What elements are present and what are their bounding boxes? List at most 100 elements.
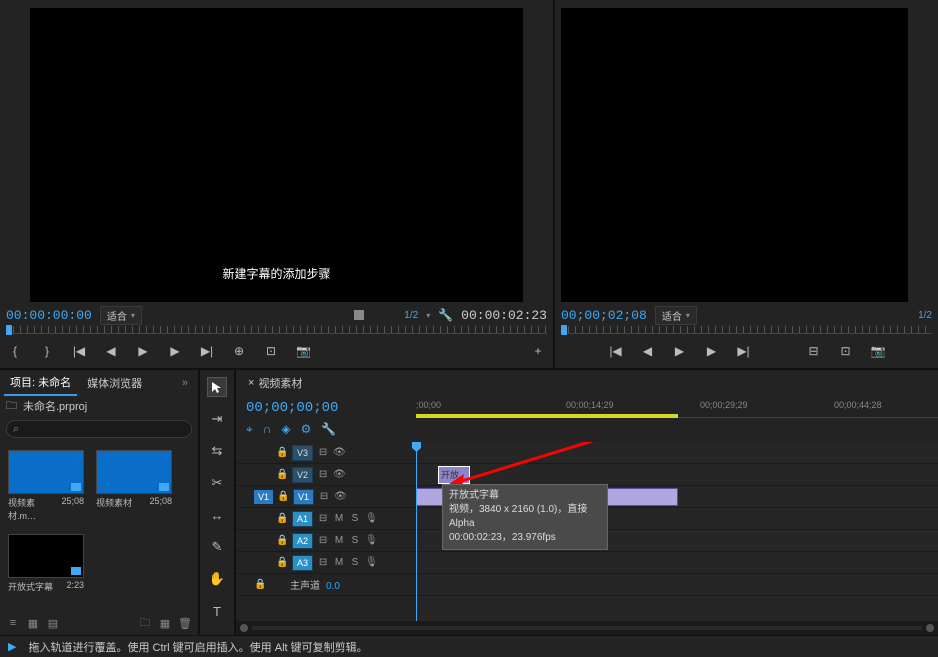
program-tc-in[interactable]: 00;00;02;08	[561, 308, 647, 323]
marker-button[interactable]: ◈	[281, 422, 290, 437]
tab-media-browser[interactable]: 媒体浏览器	[81, 371, 148, 395]
project-item[interactable]: 视频素材.m…25;08	[8, 450, 84, 522]
step-back-button[interactable]: ◀	[104, 344, 118, 358]
hand-tool[interactable]: ✋	[208, 570, 226, 588]
go-in-button[interactable]: |◀	[72, 344, 86, 358]
go-out-button[interactable]: ▶|	[200, 344, 214, 358]
eye-icon[interactable]: 👁	[333, 469, 345, 480]
icon-view-button[interactable]: ▦	[26, 617, 40, 630]
new-item-button[interactable]: ▦	[158, 617, 172, 630]
lock-icon[interactable]: 🔒	[277, 491, 289, 502]
mark-out-button[interactable]: }	[40, 344, 54, 358]
voiceover-button[interactable]: 🎙	[365, 557, 377, 568]
toggle-output-icon[interactable]: ⊟	[317, 535, 329, 546]
solo-button[interactable]: S	[349, 513, 361, 524]
settings-button[interactable]: ⚙	[301, 422, 312, 437]
track-target-a1[interactable]: A1	[292, 511, 313, 527]
insert-button[interactable]: ⊕	[232, 344, 246, 358]
track-target-v3[interactable]: V3	[292, 445, 313, 461]
program-ruler[interactable]	[555, 326, 938, 334]
track-target-v2[interactable]: V2	[292, 467, 313, 483]
search-input[interactable]: ⌕	[6, 420, 192, 438]
step-fwd-button[interactable]: ▶	[168, 344, 182, 358]
delete-button[interactable]: 🗑	[178, 617, 192, 630]
mark-in-button[interactable]: {	[8, 344, 22, 358]
new-bin-button[interactable]: 🗀	[138, 614, 152, 633]
zoom-handle-right[interactable]	[926, 624, 934, 632]
lift-button[interactable]: ⊟	[807, 344, 821, 358]
zoom-handle-left[interactable]	[240, 624, 248, 632]
lock-icon[interactable]: 🔒	[276, 447, 288, 458]
button-editor[interactable]: +	[531, 344, 545, 358]
snap-button[interactable]: ⌖	[246, 422, 253, 437]
project-item[interactable]: 视频素材25;08	[96, 450, 172, 522]
play-button[interactable]: ▶	[136, 344, 150, 358]
track-target-a3[interactable]: A3	[292, 555, 313, 571]
overwrite-button[interactable]: ⊡	[264, 344, 278, 358]
step-back-button[interactable]: ◀	[641, 344, 655, 358]
export-frame-button[interactable]: 📷	[871, 344, 885, 358]
timeline-zoom-scrollbar[interactable]	[236, 621, 938, 635]
slip-tool[interactable]: ↔	[208, 506, 226, 524]
extract-button[interactable]: ⊡	[839, 344, 853, 358]
source-patch-v1[interactable]: V1	[254, 490, 273, 504]
safe-margins-button[interactable]	[354, 310, 364, 320]
freeform-view-button[interactable]: ▤	[46, 617, 60, 630]
lock-icon[interactable]: 🔒	[276, 535, 288, 546]
eye-icon[interactable]: 👁	[333, 447, 345, 458]
timeline-tracks[interactable]: 开放 开放式字幕 视频，3840 x 2160 (1.0)，直接 Alpha 0…	[416, 442, 938, 621]
source-tc-out[interactable]: 00:00:02:23	[461, 308, 547, 323]
source-ruler[interactable]	[0, 326, 553, 334]
step-fwd-button[interactable]: ▶	[705, 344, 719, 358]
prev-edit-button[interactable]: |◀	[609, 344, 623, 358]
play-button[interactable]: ▶	[673, 344, 687, 358]
project-item[interactable]: 开放式字幕2:23	[8, 534, 84, 593]
program-video-area[interactable]	[561, 8, 908, 302]
timeline-playhead[interactable]	[416, 442, 417, 621]
lock-icon[interactable]: 🔒	[276, 469, 288, 480]
wrench-icon[interactable]: 🔧	[438, 308, 453, 322]
solo-button[interactable]: S	[349, 535, 361, 546]
ripple-edit-tool[interactable]: ⇆	[208, 442, 226, 460]
program-resolution[interactable]: 1/2	[918, 310, 932, 321]
linked-selection-button[interactable]: ∩	[263, 422, 272, 437]
type-tool[interactable]: T	[208, 602, 226, 620]
source-video-area[interactable]: 新建字幕的添加步骤	[30, 8, 523, 302]
mute-button[interactable]: M	[333, 535, 345, 546]
wrench-button[interactable]: 🔧	[321, 422, 336, 437]
pen-tool[interactable]: ✎	[208, 538, 226, 556]
track-select-tool[interactable]: ⇥	[208, 410, 226, 428]
program-playhead[interactable]	[561, 325, 567, 335]
timeline-ruler[interactable]: ;00;00 00;00;14;29 00;00;29;29 00;00;44;…	[416, 396, 938, 442]
voiceover-button[interactable]: 🎙	[365, 513, 377, 524]
toggle-output-icon[interactable]: ⊟	[317, 557, 329, 568]
toggle-output-icon[interactable]: ⊟	[318, 491, 330, 502]
source-resolution[interactable]: 1/2	[404, 310, 418, 321]
track-target-v1[interactable]: V1	[293, 489, 314, 505]
eye-icon[interactable]: 👁	[334, 491, 346, 502]
source-zoom-select[interactable]: 适合▾	[100, 306, 142, 325]
lock-icon[interactable]: 🔒	[276, 557, 288, 568]
tab-project[interactable]: 项目: 未命名	[4, 370, 77, 396]
toggle-output-icon[interactable]: ⊟	[317, 447, 329, 458]
track-target-a2[interactable]: A2	[292, 533, 313, 549]
program-zoom-select[interactable]: 适合▾	[655, 306, 697, 325]
next-edit-button[interactable]: ▶|	[737, 344, 751, 358]
selection-tool[interactable]	[208, 378, 226, 396]
work-area-bar[interactable]	[416, 414, 678, 418]
voiceover-button[interactable]: 🎙	[365, 535, 377, 546]
sequence-tab[interactable]: × 视频素材	[242, 373, 308, 393]
timeline-timecode[interactable]: 00;00;00;00	[246, 400, 406, 416]
source-tc-in[interactable]: 00:00:00:00	[6, 308, 92, 323]
toggle-output-icon[interactable]: ⊟	[317, 513, 329, 524]
panel-menu-button[interactable]: »	[176, 377, 194, 389]
solo-button[interactable]: S	[349, 557, 361, 568]
source-playhead[interactable]	[6, 325, 12, 335]
list-view-button[interactable]: ≡	[6, 617, 20, 629]
export-frame-button[interactable]: 📷	[296, 344, 310, 358]
lock-icon[interactable]: 🔒	[276, 513, 288, 524]
mute-button[interactable]: M	[333, 557, 345, 568]
lock-icon[interactable]: 🔒	[254, 579, 266, 590]
toggle-output-icon[interactable]: ⊟	[317, 469, 329, 480]
mute-button[interactable]: M	[333, 513, 345, 524]
